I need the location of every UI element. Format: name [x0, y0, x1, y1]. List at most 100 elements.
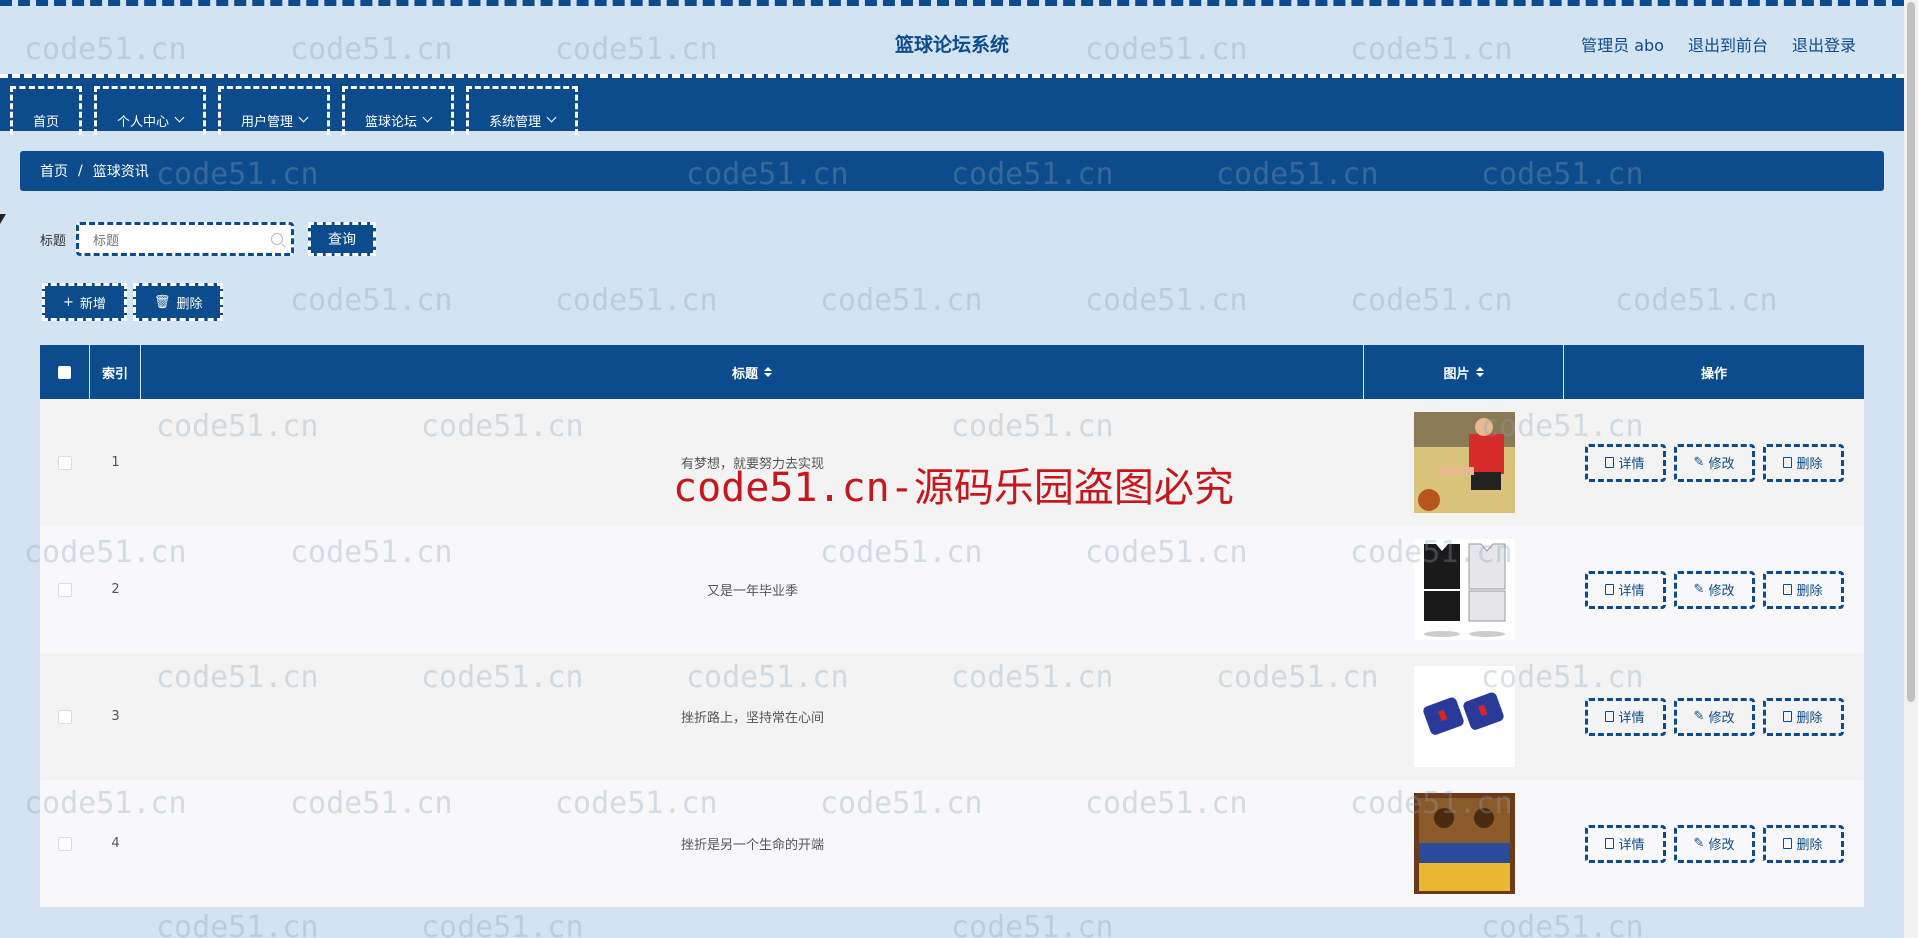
watermark: code51.cn	[1615, 283, 1778, 318]
table-header: 索引 标题 图片 操作	[40, 345, 1864, 399]
query-button[interactable]: 查询	[308, 222, 377, 256]
column-header-image-label: 图片	[1443, 366, 1470, 382]
chevron-down-icon	[298, 112, 309, 123]
delete-label: 删除	[1796, 711, 1823, 726]
delete-label: 删除	[1796, 838, 1823, 853]
detail-button[interactable]: 详情	[1584, 697, 1666, 736]
back-to-front-link[interactable]: 退出到前台	[1688, 32, 1768, 56]
admin-user-label: 管理员 abo	[1581, 36, 1664, 55]
watermark: code51.cn	[1350, 283, 1513, 318]
select-all-cell	[40, 345, 90, 399]
trash-icon	[1783, 711, 1793, 722]
edit-button[interactable]: ✎ 修改	[1673, 443, 1755, 482]
column-header-operation: 操作	[1700, 366, 1727, 382]
nav-item-system-management[interactable]: 系统管理	[466, 86, 579, 135]
nav-item-user-management[interactable]: 用户管理	[218, 86, 331, 135]
pencil-icon: ✎	[1693, 455, 1705, 470]
delete-button-label: 删除	[176, 296, 203, 312]
row-title: 有梦想，就要努力去实现	[680, 457, 824, 472]
row-checkbox[interactable]	[58, 836, 72, 851]
plus-icon: +	[63, 294, 74, 310]
row-checkbox[interactable]	[58, 709, 72, 724]
table-row: 4 挫折是另一个生命的开端 详情 ✎ 修改 删除	[40, 780, 1864, 907]
document-icon	[1605, 457, 1615, 468]
trash-icon	[1783, 838, 1793, 849]
table-row: 1 有梦想，就要努力去实现 详情 ✎ 修改 删除	[40, 399, 1864, 526]
detail-button[interactable]: 详情	[1584, 824, 1666, 863]
delete-label: 删除	[1796, 584, 1823, 599]
player-dribbling-image[interactable]	[1413, 412, 1515, 513]
add-button[interactable]: + 新增	[42, 283, 127, 321]
nav-item-home[interactable]: 首页	[10, 86, 83, 135]
breadcrumb-home[interactable]: 首页	[40, 161, 68, 181]
column-header-index: 索引	[90, 345, 141, 399]
watermark: code51.cn	[156, 910, 319, 938]
edit-button[interactable]: ✎ 修改	[1673, 824, 1755, 863]
trash-icon	[1783, 457, 1793, 468]
nav-item-label: 用户管理	[241, 115, 294, 130]
top-header: 篮球论坛系统 管理员 abo 退出到前台 退出登录	[0, 0, 1904, 74]
search-icon	[271, 233, 284, 245]
select-all-checkbox[interactable]	[58, 365, 71, 379]
row-image-cell	[1364, 653, 1564, 780]
logout-link[interactable]: 退出登录	[1792, 32, 1856, 56]
watermark: code51.cn	[1085, 283, 1248, 318]
delete-button[interactable]: 删除	[1762, 697, 1844, 736]
detail-button[interactable]: 详情	[1584, 570, 1666, 609]
delete-button[interactable]: 删除	[1762, 570, 1844, 609]
row-index: 3	[111, 709, 120, 724]
row-operations: 详情 ✎ 修改 删除	[1564, 780, 1864, 907]
row-index: 4	[111, 836, 120, 851]
row-title: 挫折是另一个生命的开端	[680, 838, 824, 853]
detail-label: 详情	[1618, 584, 1645, 599]
row-index: 1	[111, 455, 120, 470]
row-title: 又是一年毕业季	[706, 584, 798, 599]
column-header-title[interactable]: 标题	[141, 345, 1364, 399]
book-cover-image[interactable]	[1413, 793, 1515, 894]
row-operations: 详情 ✎ 修改 删除	[1564, 399, 1864, 526]
row-operations: 详情 ✎ 修改 删除	[1564, 653, 1864, 780]
detail-button[interactable]: 详情	[1584, 443, 1666, 482]
edit-label: 修改	[1708, 584, 1735, 599]
edit-button[interactable]: ✎ 修改	[1673, 697, 1755, 736]
search-input[interactable]	[79, 225, 266, 255]
nav-item-basketball-forum[interactable]: 篮球论坛	[342, 86, 455, 135]
edit-label: 修改	[1708, 457, 1735, 472]
nav-item-personal-center[interactable]: 个人中心	[94, 86, 207, 135]
row-title: 挫折路上，坚持常在心间	[680, 711, 824, 726]
watermark: code51.cn	[820, 283, 983, 318]
delete-button[interactable]: 删除	[1762, 443, 1844, 482]
search-label: 标题	[40, 233, 67, 249]
delete-button[interactable]: 删除	[1762, 824, 1844, 863]
nav-item-label: 首页	[33, 115, 60, 130]
row-index: 2	[111, 582, 120, 597]
news-table: 索引 标题 图片 操作 1 有梦想，就要努力去实现 详情 ✎ 修改 删除 2 又…	[40, 345, 1864, 907]
edit-button[interactable]: ✎ 修改	[1673, 570, 1755, 609]
scrollbar-thumb[interactable]	[1907, 2, 1915, 702]
table-row: 2 又是一年毕业季 详情 ✎ 修改 删除	[40, 526, 1864, 653]
nav-item-label: 个人中心	[117, 115, 170, 130]
column-header-image[interactable]: 图片	[1364, 345, 1564, 399]
chevron-down-icon	[422, 112, 433, 123]
chevron-down-icon	[546, 112, 557, 123]
vertical-scrollbar[interactable]	[1904, 0, 1918, 938]
watermark: code51.cn	[290, 283, 453, 318]
row-checkbox[interactable]	[58, 455, 72, 470]
watermark: code51.cn	[1481, 910, 1644, 938]
sort-icon[interactable]	[764, 367, 772, 377]
table-row: 3 挫折路上，坚持常在心间 详情 ✎ 修改 删除	[40, 653, 1864, 780]
breadcrumb-current: 篮球资讯	[92, 164, 149, 180]
nav-item-label: 系统管理	[489, 115, 542, 130]
row-checkbox[interactable]	[58, 582, 72, 597]
edit-label: 修改	[1708, 838, 1735, 853]
document-icon	[1605, 838, 1615, 849]
batch-delete-button[interactable]: 🗑 删除	[132, 283, 224, 321]
trash-icon: 🗑	[153, 294, 171, 310]
chevron-down-icon	[174, 112, 185, 123]
sort-icon[interactable]	[1475, 367, 1484, 377]
wristbands-image[interactable]	[1413, 666, 1515, 767]
breadcrumb: 首页 / 篮球资讯	[20, 151, 1884, 191]
header-user-area: 管理员 abo 退出到前台 退出登录	[1581, 32, 1856, 56]
delete-label: 删除	[1796, 457, 1823, 472]
jerseys-image[interactable]	[1413, 539, 1515, 640]
